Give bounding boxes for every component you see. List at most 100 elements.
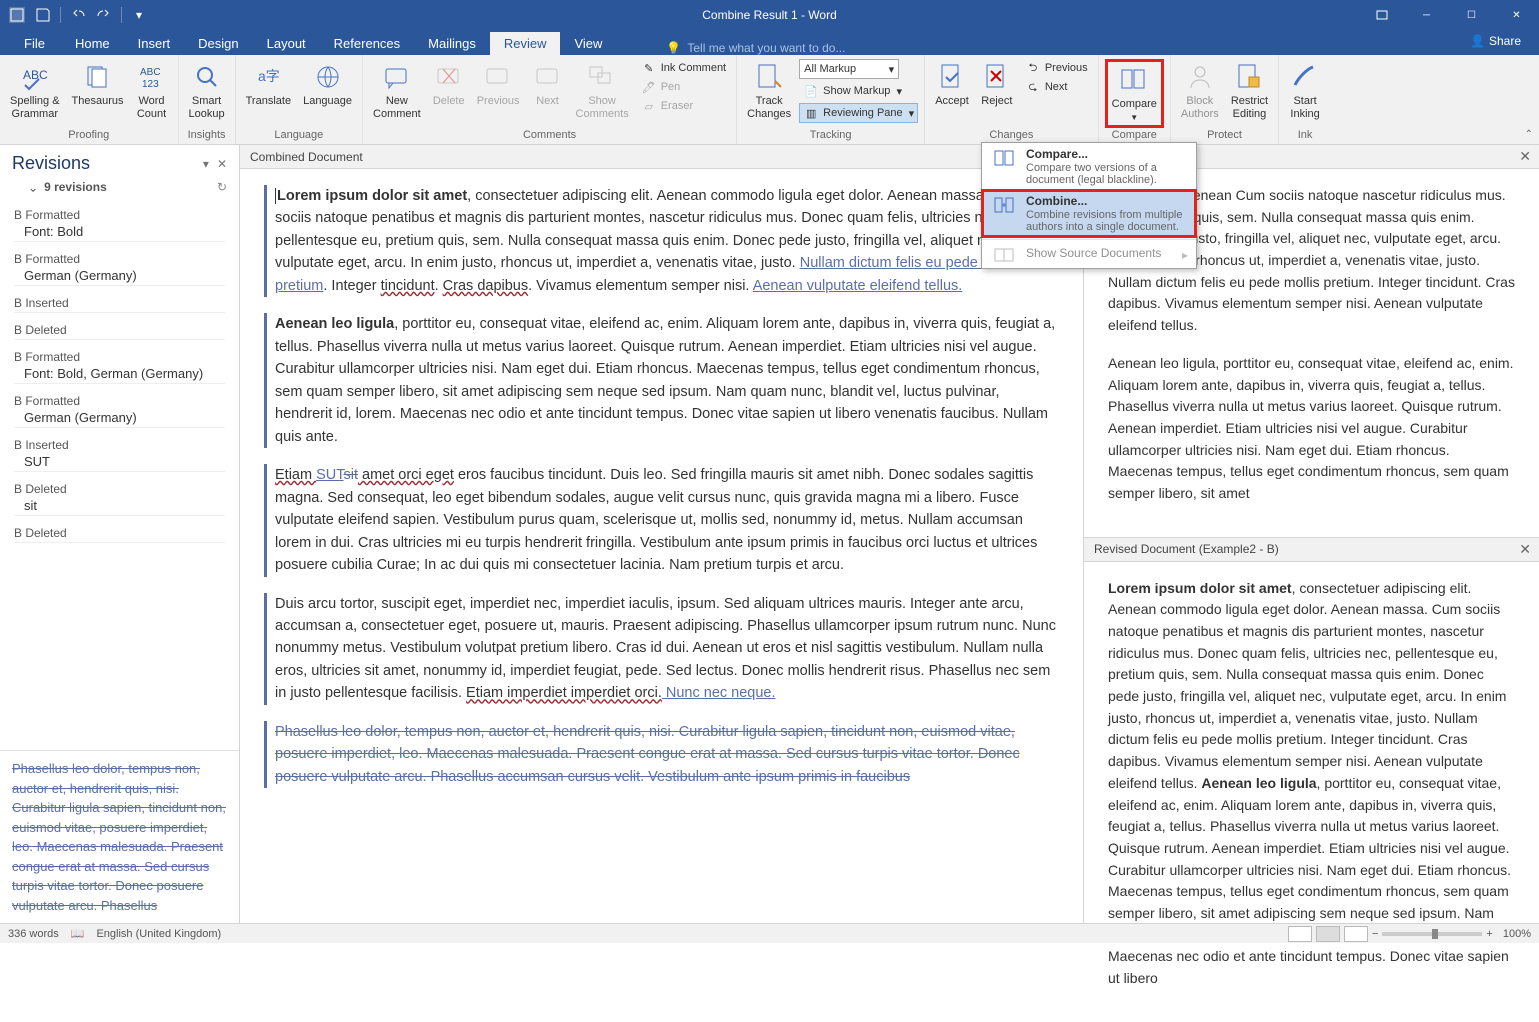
language-status[interactable]: English (United Kingdom) bbox=[96, 928, 221, 940]
eraser-button: ▱Eraser bbox=[637, 97, 730, 115]
tab-references[interactable]: References bbox=[320, 32, 414, 55]
revised-close-icon[interactable]: ✕ bbox=[1519, 541, 1531, 558]
revised-tab-label: Revised Document (Example2 - B) bbox=[1094, 542, 1279, 556]
revised-document-body[interactable]: Lorem ipsum dolor sit amet, consectetuer… bbox=[1084, 562, 1539, 1022]
revisions-list[interactable]: B FormattedFont: BoldB FormattedGerman (… bbox=[0, 200, 239, 750]
titlebar: ▾ Combine Result 1 - Word ─ ☐ ✕ bbox=[0, 0, 1539, 30]
web-layout-button[interactable] bbox=[1344, 926, 1368, 942]
revision-item[interactable]: B Deleted bbox=[8, 522, 231, 549]
reviewing-pane-button[interactable]: ▥Reviewing Pane▾ bbox=[799, 103, 918, 123]
tell-me[interactable]: 💡 Tell me what you want to do... bbox=[666, 41, 845, 55]
group-compare: Compare bbox=[1105, 128, 1164, 142]
read-mode-button[interactable] bbox=[1288, 926, 1312, 942]
maximize-button[interactable]: ☐ bbox=[1449, 0, 1494, 30]
menu-compare-desc: Compare two versions of a document (lega… bbox=[1026, 161, 1188, 186]
word-count-icon: ABC123 bbox=[136, 61, 168, 93]
word-app-icon[interactable] bbox=[6, 4, 28, 26]
restrict-editing-icon bbox=[1233, 61, 1265, 93]
revision-item[interactable]: B InsertedSUT bbox=[8, 434, 231, 478]
compare-dropdown: Compare...Compare two versions of a docu… bbox=[981, 142, 1197, 269]
svg-text:ABC: ABC bbox=[140, 67, 161, 78]
tab-review[interactable]: Review bbox=[490, 32, 561, 55]
share-button[interactable]: 👤 Share bbox=[1460, 32, 1531, 50]
combined-document-body[interactable]: Lorem ipsum dolor sit amet, consectetuer… bbox=[240, 169, 1083, 923]
save-icon[interactable] bbox=[32, 4, 54, 26]
language-button[interactable]: Language bbox=[299, 59, 356, 110]
tab-file[interactable]: File bbox=[8, 32, 61, 55]
revision-item[interactable]: B FormattedGerman (Germany) bbox=[8, 390, 231, 434]
undo-icon[interactable] bbox=[67, 4, 89, 26]
group-ink: Ink bbox=[1285, 128, 1325, 142]
revision-item[interactable]: B Deletedsit bbox=[8, 478, 231, 522]
revision-item[interactable]: B FormattedFont: Bold bbox=[8, 204, 231, 248]
tab-design[interactable]: Design bbox=[184, 32, 252, 55]
accept-button[interactable]: Accept bbox=[931, 59, 973, 110]
tab-home[interactable]: Home bbox=[61, 32, 124, 55]
translate-button[interactable]: a字Translate bbox=[242, 59, 295, 110]
word-count-button[interactable]: ABC123Word Count bbox=[132, 59, 172, 123]
restrict-editing-button[interactable]: Restrict Editing bbox=[1227, 59, 1272, 123]
refresh-icon[interactable]: ↻ bbox=[217, 180, 227, 194]
smart-lookup-button[interactable]: Smart Lookup bbox=[185, 59, 229, 123]
reject-button[interactable]: Reject bbox=[977, 59, 1017, 110]
pen-button: 🖊Pen bbox=[637, 78, 730, 96]
revisions-close-icon[interactable]: ✕ bbox=[217, 157, 227, 171]
new-comment-button[interactable]: New Comment bbox=[369, 59, 425, 123]
revisions-dropdown-icon[interactable]: ▾ bbox=[203, 157, 209, 171]
next-change-button[interactable]: ⮎Next bbox=[1021, 78, 1092, 96]
ribbon-display-options[interactable] bbox=[1359, 0, 1404, 30]
zoom-slider[interactable] bbox=[1382, 932, 1482, 936]
next-change-icon: ⮎ bbox=[1025, 79, 1041, 95]
reject-icon bbox=[981, 61, 1013, 93]
revision-item[interactable]: B Deleted bbox=[8, 319, 231, 346]
tab-view[interactable]: View bbox=[560, 32, 616, 55]
window-title: Combine Result 1 - Word bbox=[702, 8, 837, 22]
tab-layout[interactable]: Layout bbox=[253, 32, 320, 55]
prev-comment-icon bbox=[482, 61, 514, 93]
menu-show-source-label: Show Source Documents bbox=[1026, 246, 1188, 260]
revision-item[interactable]: B FormattedGerman (Germany) bbox=[8, 248, 231, 292]
ink-comment-button[interactable]: ✎Ink Comment bbox=[637, 59, 730, 77]
tab-insert[interactable]: Insert bbox=[124, 32, 185, 55]
original-close-icon[interactable]: ✕ bbox=[1519, 148, 1531, 165]
revision-preview: Phasellus leo dolor, tempus non, auctor … bbox=[0, 750, 239, 923]
minimize-button[interactable]: ─ bbox=[1404, 0, 1449, 30]
delete-comment-button: Delete bbox=[429, 59, 469, 110]
collapse-ribbon-icon[interactable]: ⌃ bbox=[1525, 129, 1533, 140]
tab-mailings[interactable]: Mailings bbox=[414, 32, 490, 55]
word-count-status[interactable]: 336 words bbox=[8, 928, 59, 940]
start-inking-button[interactable]: Start Inking bbox=[1285, 59, 1325, 123]
spellcheck-status-icon[interactable]: 📖 bbox=[71, 927, 85, 940]
zoom-in-button[interactable]: + bbox=[1486, 928, 1492, 940]
redo-icon[interactable] bbox=[93, 4, 115, 26]
menu-combine[interactable]: Combine...Combine revisions from multipl… bbox=[982, 190, 1196, 237]
show-markup-button[interactable]: 📄Show Markup▾ bbox=[799, 82, 918, 100]
spelling-grammar-button[interactable]: ABCSpelling & Grammar bbox=[6, 59, 64, 123]
block-authors-icon bbox=[1184, 61, 1216, 93]
next-comment-icon bbox=[532, 61, 564, 93]
thesaurus-button[interactable]: Thesaurus bbox=[68, 59, 128, 110]
close-button[interactable]: ✕ bbox=[1494, 0, 1539, 30]
menu-compare[interactable]: Compare...Compare two versions of a docu… bbox=[982, 143, 1196, 190]
previous-comment-button: Previous bbox=[473, 59, 524, 110]
qat-customize-icon[interactable]: ▾ bbox=[128, 4, 150, 26]
zoom-out-button[interactable]: − bbox=[1372, 928, 1378, 940]
prev-change-icon: ⮌ bbox=[1025, 60, 1041, 76]
combine-menu-icon bbox=[990, 194, 1018, 216]
combined-pane: Combined Document✕ Lorem ipsum dolor sit… bbox=[240, 145, 1084, 923]
svg-text:123: 123 bbox=[142, 79, 159, 90]
translate-icon: a字 bbox=[252, 61, 284, 93]
print-layout-button[interactable] bbox=[1316, 926, 1340, 942]
compare-button[interactable]: Compare▼ bbox=[1105, 59, 1164, 128]
ink-comment-icon: ✎ bbox=[641, 60, 657, 76]
revision-item[interactable]: B Inserted bbox=[8, 292, 231, 319]
menu-show-source[interactable]: Show Source Documents ▸ bbox=[982, 242, 1196, 268]
show-source-icon bbox=[990, 246, 1018, 264]
delete-comment-icon bbox=[433, 61, 465, 93]
zoom-level[interactable]: 100% bbox=[1503, 928, 1531, 940]
revisions-count: 9 revisions bbox=[44, 180, 107, 194]
track-changes-button[interactable]: Track Changes bbox=[743, 59, 795, 123]
revision-item[interactable]: B FormattedFont: Bold, German (Germany) bbox=[8, 346, 231, 390]
previous-change-button[interactable]: ⮌Previous bbox=[1021, 59, 1092, 77]
display-for-review-select[interactable]: All Markup▾ bbox=[799, 59, 899, 79]
